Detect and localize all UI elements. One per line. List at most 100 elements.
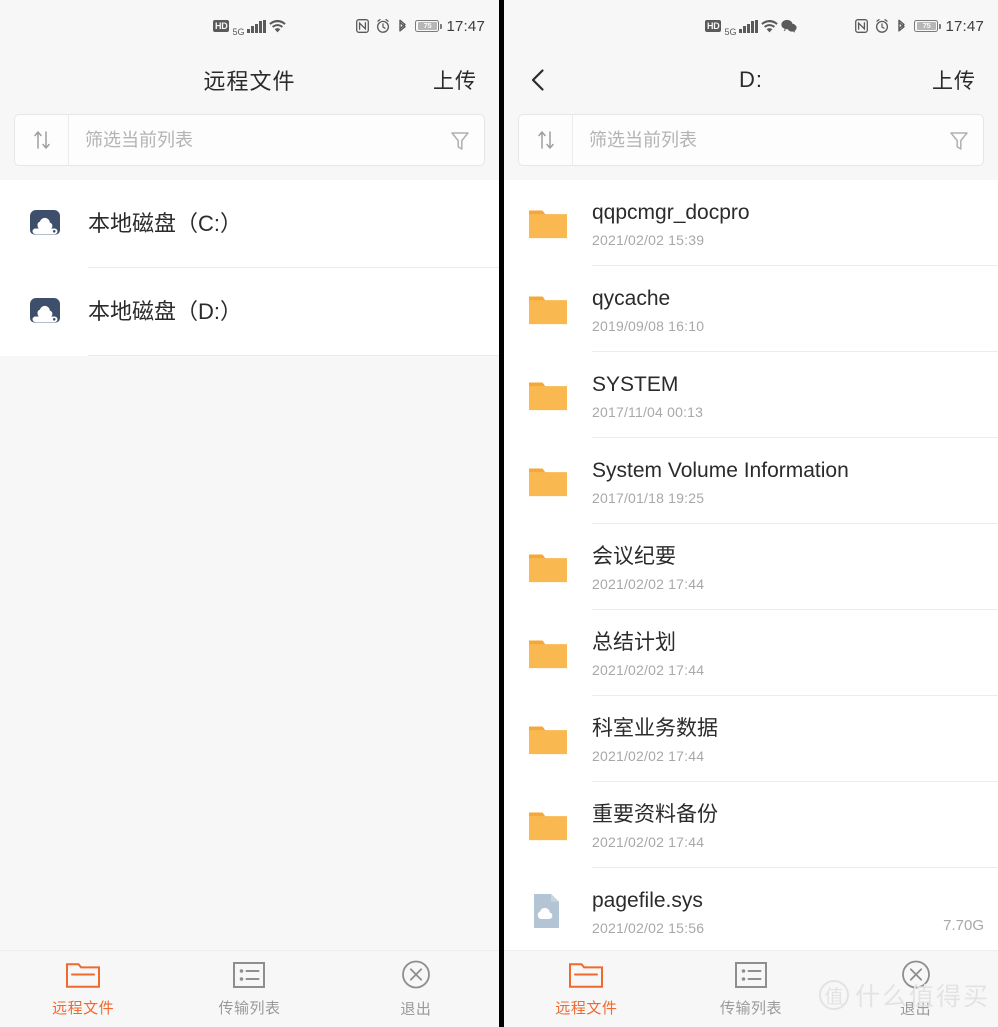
table-row-body: qqpcmgr_docpro 2021/02/02 15:39	[592, 199, 998, 248]
filter-input-left[interactable]	[69, 115, 436, 165]
right-phone-screen: HD 5G 75 17:47 D: 上传 筛选当前列表 qqpcmgr_docp…	[499, 0, 998, 1027]
nfc-icon	[855, 19, 869, 33]
battery-level-label: 75	[417, 22, 438, 30]
table-row-body: SYSTEM 2017/11/04 00:13	[592, 371, 998, 420]
file-modified: 2019/09/08 16:10	[592, 317, 705, 334]
alarm-clock-icon	[875, 19, 889, 33]
file-name: 重要资料备份	[592, 802, 718, 826]
filter-input-right[interactable]	[573, 115, 935, 165]
list-outline-icon	[231, 960, 267, 990]
bluetooth-icon	[896, 19, 907, 34]
folder-icon	[526, 806, 592, 844]
drive-name: 本地磁盘（C:）	[88, 211, 243, 236]
close-circle-icon	[898, 959, 934, 991]
table-row[interactable]: qycache 2019/09/08 16:10	[504, 266, 998, 352]
tab-exit[interactable]: 退出	[833, 959, 998, 1019]
status-bar-right-icons: 75 17:47	[356, 18, 485, 35]
file-list: qqpcmgr_docpro 2021/02/02 15:39 qycache …	[504, 180, 998, 950]
table-row[interactable]: 重要资料备份 2021/02/02 17:44	[504, 782, 998, 868]
upload-button-right[interactable]: 上传	[932, 65, 976, 95]
file-name: qycache	[592, 286, 671, 310]
network-type-label: 5G	[232, 27, 245, 37]
list-item[interactable]: 本地磁盘（C:）	[0, 180, 499, 268]
drive-name: 本地磁盘（D:）	[88, 299, 243, 324]
wechat-icon	[781, 19, 797, 33]
status-bar-left: HD 5G 75 17:47	[0, 0, 499, 52]
table-row[interactable]: System Volume Information 2017/01/18 19:…	[504, 438, 998, 524]
folder-icon	[526, 204, 592, 242]
filter-bar-wrapper-left	[0, 108, 499, 180]
filter-bar-left	[14, 114, 485, 166]
file-name: qqpcmgr_docpro	[592, 200, 750, 224]
battery-icon: 75	[415, 20, 443, 32]
left-phone-screen: HD 5G 75 17:47 远程文件 上传 筛选当前列表 本地磁盘（C:） 本…	[0, 0, 499, 1027]
list-item-body: 本地磁盘（C:）	[88, 210, 499, 238]
alarm-clock-icon	[376, 19, 390, 33]
file-modified: 2017/11/04 00:13	[592, 403, 704, 420]
table-row-body: qycache 2019/09/08 16:10	[592, 285, 998, 334]
file-modified: 2021/02/02 17:44	[592, 661, 705, 678]
list-item[interactable]: 本地磁盘（D:）	[0, 268, 499, 356]
file-modified: 2021/02/02 17:44	[592, 747, 705, 764]
file-name: 会议纪要	[592, 544, 676, 568]
table-row-body: 会议纪要 2021/02/02 17:44	[592, 543, 998, 592]
list-outline-icon	[733, 960, 769, 990]
folder-icon	[526, 462, 592, 500]
file-name: System Volume Information	[592, 458, 849, 482]
upload-button-left[interactable]: 上传	[433, 65, 477, 95]
table-row[interactable]: SYSTEM 2017/11/04 00:13	[504, 352, 998, 438]
tab-label: 远程文件	[52, 1000, 115, 1017]
filter-bar-right	[518, 114, 984, 166]
table-row-body: 总结计划 2021/02/02 17:44	[592, 629, 998, 678]
file-name: SYSTEM	[592, 372, 679, 396]
bottom-tab-bar-right: 远程文件 传输列表 退出 值 什么值得买	[504, 950, 998, 1027]
clock-label: 17:47	[945, 17, 984, 35]
tab-label: 传输列表	[218, 1000, 281, 1017]
sort-arrows-icon[interactable]	[519, 115, 573, 165]
folder-icon	[526, 376, 592, 414]
table-row[interactable]: 会议纪要 2021/02/02 17:44	[504, 524, 998, 610]
file-modified: 2021/02/02 15:39	[592, 231, 705, 248]
funnel-filter-icon[interactable]	[935, 130, 983, 151]
wifi-icon	[269, 19, 286, 33]
signal-bars-icon	[247, 19, 266, 33]
cloud-drive-icon	[22, 292, 88, 332]
tab-remote-files[interactable]: 远程文件	[0, 960, 166, 1018]
folder-icon	[526, 634, 592, 672]
signal-bars-icon	[739, 19, 758, 33]
hd-badge-icon: HD	[705, 20, 722, 32]
table-row[interactable]: 科室业务数据 2021/02/02 17:44	[504, 696, 998, 782]
funnel-filter-icon[interactable]	[436, 130, 484, 151]
tab-exit[interactable]: 退出	[333, 959, 499, 1019]
tab-remote-files[interactable]: 远程文件	[504, 960, 669, 1018]
table-row-body: 重要资料备份 2021/02/02 17:44	[592, 801, 998, 850]
table-row-body: 科室业务数据 2021/02/02 17:44	[592, 715, 998, 764]
cloud-document-icon	[526, 891, 592, 931]
status-bar-right-icons: 75 17:47	[855, 18, 984, 35]
page-title-left: 远程文件	[203, 69, 296, 94]
file-name: 总结计划	[592, 630, 676, 654]
file-modified: 2021/02/02 15:56	[592, 919, 705, 936]
tab-transfer-list[interactable]: 传输列表	[669, 960, 834, 1018]
tab-label: 远程文件	[555, 1000, 618, 1017]
battery-level-label: 75	[916, 22, 937, 30]
status-bar-right-panel: HD 5G 75 17:47	[504, 0, 998, 52]
table-row[interactable]: pagefile.sys 2021/02/02 15:56 7.70G	[504, 868, 998, 950]
tab-label: 退出	[900, 1001, 932, 1018]
table-row[interactable]: qqpcmgr_docpro 2021/02/02 15:39	[504, 180, 998, 266]
folder-icon	[526, 290, 592, 328]
folder-outline-icon	[568, 960, 604, 990]
title-bar-left: 远程文件 上传	[0, 52, 499, 108]
sort-arrows-icon[interactable]	[15, 115, 69, 165]
folder-icon	[526, 720, 592, 758]
dual-screenshot-container: HD 5G 75 17:47 远程文件 上传 筛选当前列表 本地磁盘（C:） 本…	[0, 0, 998, 1027]
table-row[interactable]: 总结计划 2021/02/02 17:44	[504, 610, 998, 696]
battery-icon: 75	[914, 20, 942, 32]
title-bar-right: D: 上传	[504, 52, 998, 108]
hd-badge-icon: HD	[213, 20, 230, 32]
back-chevron-icon[interactable]	[526, 67, 552, 93]
tab-transfer-list[interactable]: 传输列表	[166, 960, 332, 1018]
file-name: pagefile.sys	[592, 888, 703, 912]
close-circle-icon	[398, 959, 434, 991]
file-modified: 2017/01/18 19:25	[592, 489, 705, 506]
